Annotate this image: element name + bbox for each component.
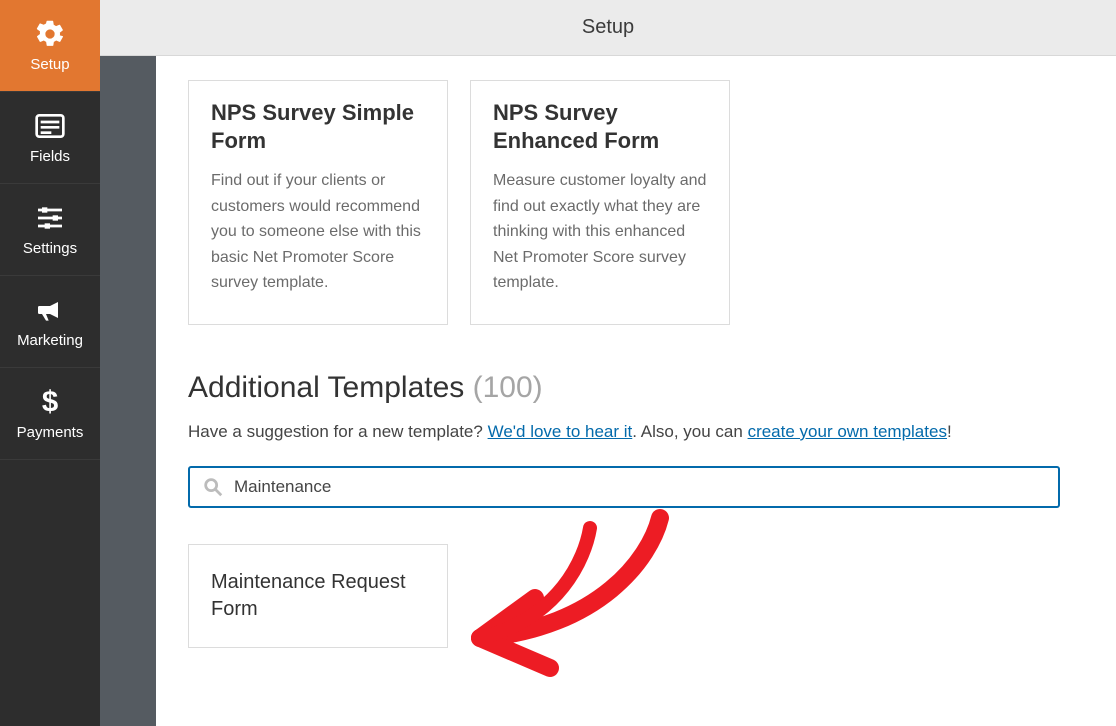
additional-templates-section: Additional Templates (100) Have a sugges…: [188, 371, 1060, 649]
template-card-nps-simple[interactable]: NPS Survey Simple Form Find out if your …: [188, 80, 448, 325]
heading-text: Additional Templates: [188, 371, 473, 404]
sidebar-item-fields[interactable]: Fields: [0, 92, 100, 184]
content-panel: NPS Survey Simple Form Find out if your …: [156, 56, 1116, 726]
dollar-icon: $: [34, 386, 66, 418]
template-card-row: NPS Survey Simple Form Find out if your …: [188, 80, 1060, 325]
template-search[interactable]: [188, 466, 1060, 508]
template-card-nps-enhanced[interactable]: NPS Survey Enhanced Form Measure custome…: [470, 80, 730, 325]
create-template-link[interactable]: create your own templates: [748, 422, 947, 441]
gear-icon: [34, 18, 66, 50]
sidebar-item-label: Fields: [30, 148, 70, 165]
sidebar-item-settings[interactable]: Settings: [0, 184, 100, 276]
sidebar-item-label: Payments: [17, 424, 84, 441]
sidebar-item-setup[interactable]: Setup: [0, 0, 100, 92]
sidebar-item-marketing[interactable]: Marketing: [0, 276, 100, 368]
bullhorn-icon: [34, 294, 66, 326]
card-title: Maintenance Request Form: [211, 569, 425, 623]
subtext-prefix: Have a suggestion for a new template?: [188, 422, 488, 441]
sidebar-item-payments[interactable]: $ Payments: [0, 368, 100, 460]
sidebar-item-label: Marketing: [17, 332, 83, 349]
subtext-suffix: !: [947, 422, 952, 441]
card-description: Measure customer loyalty and find out ex…: [493, 168, 707, 296]
subtext-mid: . Also, you can: [632, 422, 747, 441]
heading-count: (100): [473, 371, 543, 404]
additional-templates-heading: Additional Templates (100): [188, 371, 1060, 405]
sidebar-item-label: Settings: [23, 240, 77, 257]
suggestion-link[interactable]: We'd love to hear it: [488, 422, 633, 441]
search-icon: [202, 476, 224, 498]
card-description: Find out if your clients or customers wo…: [211, 168, 425, 296]
svg-text:$: $: [42, 386, 58, 418]
topbar: Setup: [100, 0, 1116, 56]
card-title: NPS Survey Enhanced Form: [493, 99, 707, 154]
template-card-maintenance-request[interactable]: Maintenance Request Form: [188, 544, 448, 648]
sidebar: Setup Fields Settings Marketing $ Paymen…: [0, 0, 100, 726]
additional-templates-subtext: Have a suggestion for a new template? We…: [188, 419, 1060, 445]
search-input[interactable]: [234, 477, 1046, 497]
card-title: NPS Survey Simple Form: [211, 99, 425, 154]
list-icon: [34, 110, 66, 142]
sidebar-item-label: Setup: [30, 56, 69, 73]
sliders-icon: [34, 202, 66, 234]
page-title: Setup: [582, 16, 634, 39]
